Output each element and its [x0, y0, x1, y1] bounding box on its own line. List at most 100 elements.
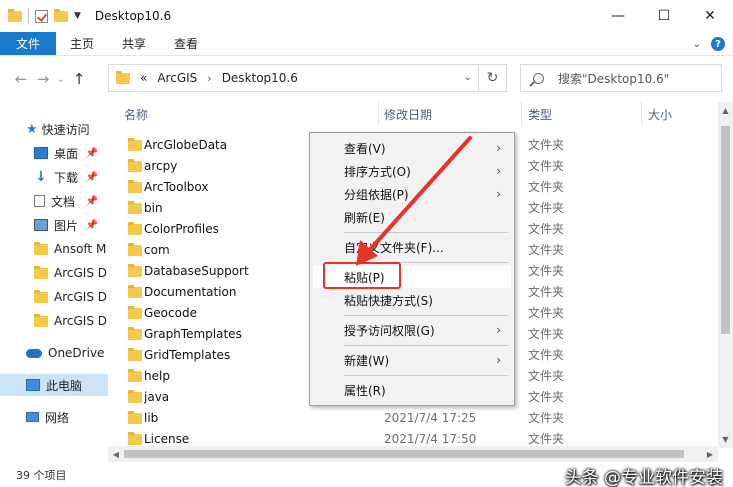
window-title: Desktop10.6 — [94, 9, 172, 23]
folder-icon — [128, 264, 142, 277]
window-controls: — ☐ ✕ — [595, 0, 733, 32]
address-segment-desktop[interactable]: Desktop10.6 — [222, 71, 298, 85]
address-segment-arcgis[interactable]: ArcGIS — [157, 71, 197, 85]
document-icon — [34, 195, 45, 207]
folder-icon — [128, 432, 142, 445]
refresh-icon[interactable]: ↻ — [478, 65, 506, 91]
column-divider[interactable] — [378, 102, 379, 126]
nav-item-downloads[interactable]: ↓ 下载 📌 — [34, 166, 108, 188]
chevron-right-icon[interactable]: › — [207, 72, 211, 85]
minimize-button[interactable]: — — [595, 0, 641, 32]
divider — [28, 9, 29, 23]
folder-icon — [128, 201, 142, 214]
tab-share[interactable]: 共享 — [108, 32, 160, 55]
file-row[interactable]: lib 2021/7/4 17:25 文件夹 — [108, 407, 718, 428]
folder-icon — [128, 369, 142, 382]
folder-icon — [128, 411, 142, 424]
close-button[interactable]: ✕ — [687, 0, 733, 32]
chevron-right-icon: › — [496, 353, 501, 367]
ribbon-right: ⌄ ? — [693, 32, 725, 56]
menu-divider — [344, 375, 508, 376]
menu-divider — [344, 315, 508, 316]
search-placeholder: 搜索"Desktop10.6" — [558, 71, 670, 86]
menu-item-grant-access[interactable]: 授予访问权限(G) › — [313, 319, 511, 341]
folder-icon — [128, 159, 142, 172]
file-row[interactable]: License 2021/7/4 17:50 文件夹 — [108, 428, 718, 448]
address-bar[interactable]: « ArcGIS › Desktop10.6 ⌄ ↻ — [108, 64, 507, 92]
quick-access-toolbar: ▼ — [0, 8, 81, 23]
menu-item-customize[interactable]: 自定义文件夹(F)... — [313, 236, 511, 258]
nav-item-documents[interactable]: 文档 📌 — [34, 190, 108, 212]
help-icon[interactable]: ? — [711, 37, 725, 51]
maximize-button[interactable]: ☐ — [641, 0, 687, 32]
ribbon-tabs: 文件 主页 共享 查看 ⌄ ? — [0, 32, 733, 56]
scroll-down-icon[interactable]: ▼ — [718, 431, 733, 448]
horizontal-scrollbar[interactable]: ◀ ▶ — [108, 446, 718, 462]
folder-icon — [128, 306, 142, 319]
menu-item-sort[interactable]: 排序方式(O) › — [313, 160, 511, 182]
back-arrow-icon[interactable]: ← — [10, 70, 32, 88]
nav-item-desktop[interactable]: 桌面 📌 — [34, 142, 108, 164]
scroll-up-icon[interactable]: ▲ — [718, 102, 733, 119]
menu-item-refresh[interactable]: 刷新(E) — [313, 206, 511, 228]
pin-icon: 📌 — [85, 147, 98, 159]
picture-icon — [34, 219, 48, 231]
paste-highlight-box — [323, 262, 401, 289]
nav-item-arcgis-3[interactable]: ArcGIS D — [34, 310, 108, 332]
download-icon: ↓ — [35, 169, 47, 185]
column-header-size[interactable]: 大小 — [648, 102, 672, 126]
folder-icon — [128, 222, 142, 235]
up-arrow-icon[interactable]: ↑ — [68, 70, 90, 88]
recent-chevron-icon[interactable]: ⌄ — [54, 74, 68, 85]
menu-item-group[interactable]: 分组依据(P) › — [313, 183, 511, 205]
folder-icon — [128, 348, 142, 361]
scroll-thumb[interactable] — [721, 126, 730, 334]
search-input[interactable]: 搜索"Desktop10.6" — [520, 64, 722, 92]
menu-item-new[interactable]: 新建(W) › — [313, 349, 511, 371]
tab-home[interactable]: 主页 — [56, 32, 108, 55]
chevron-down-icon[interactable]: ▼ — [74, 11, 81, 21]
menu-item-properties[interactable]: 属性(R) — [313, 379, 511, 401]
folder-icon — [34, 289, 48, 303]
forward-arrow-icon[interactable]: → — [32, 70, 54, 88]
nav-onedrive[interactable]: OneDrive — [26, 342, 108, 364]
pin-icon: 📌 — [85, 219, 98, 231]
menu-divider — [344, 345, 508, 346]
desktop-icon — [34, 147, 48, 159]
chevron-down-icon[interactable]: ⌄ — [464, 72, 472, 83]
folder-icon — [128, 243, 142, 256]
address-overflow[interactable]: « — [140, 71, 147, 85]
folder-icon — [128, 285, 142, 298]
nav-this-pc[interactable]: 此电脑 — [0, 374, 108, 396]
scroll-thumb[interactable] — [124, 450, 684, 458]
vertical-scrollbar[interactable]: ▲ ▼ — [718, 102, 733, 448]
nav-quick-access[interactable]: ★ 快速访问 — [26, 118, 90, 140]
nav-item-pictures[interactable]: 图片 📌 — [34, 214, 108, 236]
menu-divider — [344, 232, 508, 233]
nav-item-arcgis-1[interactable]: ArcGIS D — [34, 262, 108, 284]
column-header-date[interactable]: 修改日期 — [384, 102, 432, 126]
network-icon — [26, 412, 39, 422]
status-bar: 39 个项目 头条 @专业软件安装 — [0, 462, 733, 487]
column-divider[interactable] — [521, 102, 522, 126]
menu-item-paste-shortcut[interactable]: 粘贴快捷方式(S) — [313, 289, 511, 311]
title-bar: ▼ Desktop10.6 — ☐ ✕ — [0, 0, 733, 32]
new-folder-icon[interactable] — [54, 8, 68, 22]
chevron-right-icon: › — [496, 187, 501, 201]
column-header-name[interactable]: 名称 — [124, 102, 148, 126]
properties-icon[interactable] — [35, 9, 48, 23]
nav-item-arcgis-2[interactable]: ArcGIS D — [34, 286, 108, 308]
nav-item-ansoft[interactable]: Ansoft M — [34, 238, 108, 260]
menu-item-view[interactable]: 查看(V) › — [313, 137, 511, 159]
folder-icon — [128, 180, 142, 193]
tab-view[interactable]: 查看 — [160, 32, 212, 55]
scroll-right-icon[interactable]: ▶ — [702, 446, 718, 462]
tab-file[interactable]: 文件 — [0, 32, 57, 55]
column-divider[interactable] — [641, 102, 642, 126]
folder-icon — [34, 313, 48, 327]
scroll-left-icon[interactable]: ◀ — [108, 446, 124, 462]
nav-network[interactable]: 网络 — [26, 406, 108, 428]
pin-icon: 📌 — [85, 195, 98, 207]
expand-ribbon-icon[interactable]: ⌄ — [693, 39, 701, 50]
column-header-type[interactable]: 类型 — [528, 102, 552, 126]
